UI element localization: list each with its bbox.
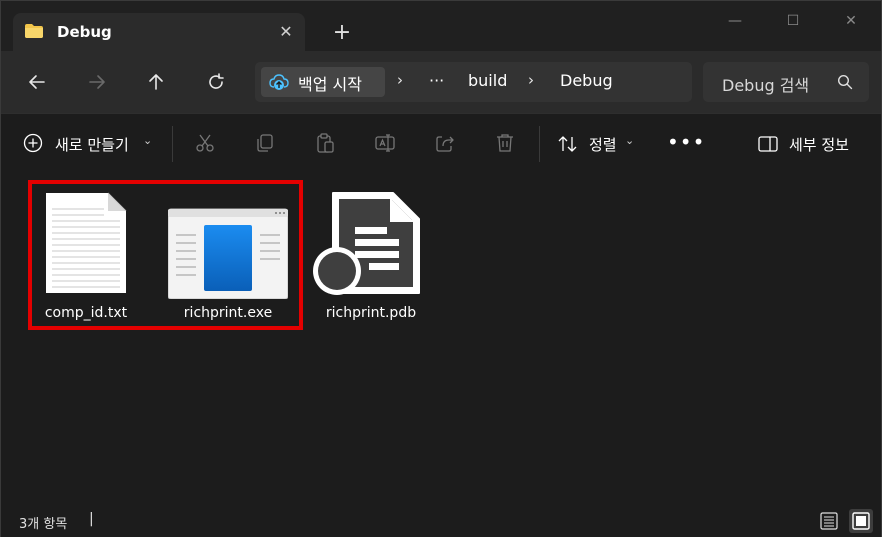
details-view-button[interactable] [817, 509, 841, 533]
tab-debug[interactable]: Debug ✕ [13, 13, 305, 51]
title-bar: Debug ✕ + — ☐ ✕ [1, 1, 881, 51]
refresh-button[interactable] [198, 65, 234, 99]
maximize-button[interactable]: ☐ [773, 7, 813, 35]
up-button[interactable] [138, 65, 174, 99]
sort-icon [558, 136, 577, 152]
breadcrumb-build[interactable]: build [468, 71, 507, 90]
arrow-up-icon [149, 74, 163, 90]
status-bar: 3개 항목 | [1, 503, 881, 537]
breadcrumb-overflow[interactable]: ··· [429, 71, 444, 90]
search-icon [837, 74, 853, 90]
tiles-view-icon [852, 512, 870, 530]
search-input[interactable]: Debug 검색 [703, 62, 869, 102]
file-list: comp_id.txt richprint.exe richprint.pdb [1, 173, 881, 503]
status-divider: | [89, 511, 94, 527]
selection-highlight [28, 180, 303, 330]
divider [172, 126, 173, 162]
cut-icon[interactable] [194, 132, 216, 154]
add-circle-icon [23, 133, 43, 153]
search-placeholder: Debug 검색 [722, 76, 810, 95]
forward-button[interactable] [79, 65, 115, 99]
folder-icon [25, 24, 43, 38]
refresh-icon [209, 73, 224, 89]
back-button[interactable] [19, 65, 55, 99]
address-row: 백업 시작 › ··· build › Debug Debug 검색 [1, 51, 881, 113]
close-window-button[interactable]: ✕ [831, 7, 871, 35]
list-view-icon [820, 512, 838, 530]
arrow-left-icon [29, 75, 45, 89]
home-label: 백업 시작 [298, 75, 362, 94]
pdb-file-icon [313, 192, 420, 295]
home-breadcrumb[interactable]: 백업 시작 [261, 67, 385, 97]
tab-title: Debug [57, 23, 112, 41]
breadcrumb-debug[interactable]: Debug [560, 71, 613, 90]
item-count: 3개 항목 [19, 517, 68, 532]
delete-icon[interactable] [494, 132, 516, 154]
file-explorer-window: Debug ✕ + — ☐ ✕ 백업 시작 › ··· build › Debu… [0, 0, 882, 537]
details-pane-icon [758, 136, 778, 152]
rename-icon[interactable] [374, 132, 396, 154]
cloud-upload-icon [269, 74, 289, 90]
sort-label: 정렬 [589, 136, 617, 154]
chevron-down-icon: ⌄ [143, 134, 153, 147]
breadcrumb-separator[interactable]: › [528, 71, 534, 89]
details-label: 세부 정보 [789, 136, 849, 154]
large-icons-view-button[interactable] [849, 509, 873, 533]
breadcrumb-separator[interactable]: › [397, 71, 403, 89]
file-item[interactable]: richprint.pdb [311, 187, 431, 327]
new-tab-button[interactable]: + [327, 19, 357, 47]
close-tab-icon[interactable]: ✕ [275, 21, 297, 43]
file-name: richprint.pdb [325, 305, 417, 321]
arrow-right-icon [89, 75, 105, 89]
command-bar: 새로 만들기 ⌄ 정렬 ⌄ ••• 세부 정보 [1, 113, 881, 173]
copy-icon[interactable] [254, 132, 276, 154]
minimize-button[interactable]: — [715, 7, 755, 35]
more-options-button[interactable]: ••• [667, 130, 704, 154]
share-icon[interactable] [434, 132, 456, 154]
address-bar[interactable]: 백업 시작 › ··· build › Debug [255, 62, 692, 102]
new-label: 새로 만들기 [55, 136, 129, 154]
chevron-down-icon: ⌄ [625, 134, 635, 147]
paste-icon[interactable] [314, 132, 336, 154]
divider [539, 126, 540, 162]
